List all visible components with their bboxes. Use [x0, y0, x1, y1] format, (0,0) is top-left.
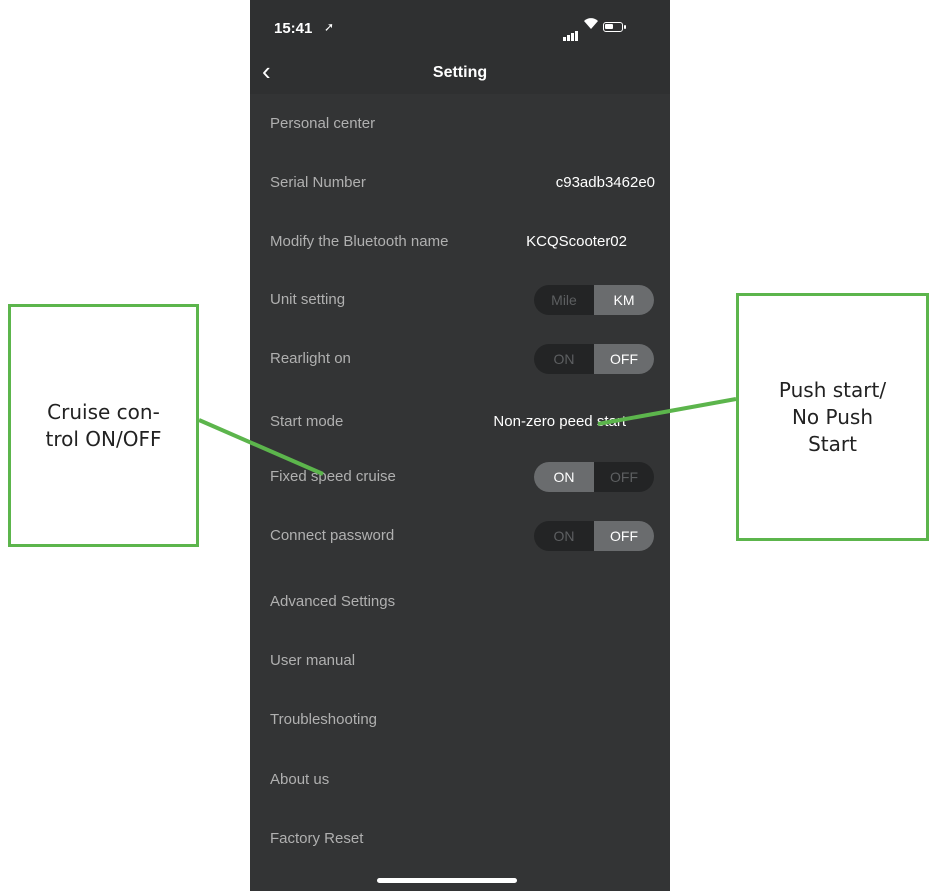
row-label: Unit setting	[270, 291, 346, 308]
wifi-icon	[583, 17, 599, 34]
unit-mile-option[interactable]: Mile	[534, 285, 594, 315]
row-label: Personal center	[270, 115, 376, 132]
cruise-on-option[interactable]: ON	[534, 462, 594, 492]
row-unit-setting: Unit setting Mile KM	[250, 271, 670, 329]
row-troubleshooting[interactable]: Troubleshooting	[250, 691, 670, 749]
row-label: Start mode	[270, 413, 344, 430]
row-user-manual[interactable]: User manual	[250, 632, 670, 690]
phone-screen: 15:41 ➚ ‹ Setting Personal center Serial…	[250, 0, 670, 891]
row-label: Serial Number	[270, 174, 366, 191]
row-label: Rearlight on	[270, 350, 351, 367]
cellular-signal-icon	[563, 23, 579, 41]
serial-number-value: c93adb3462e0	[555, 174, 655, 191]
row-personal-center[interactable]: Personal center	[250, 95, 670, 153]
unit-toggle[interactable]: Mile KM	[534, 285, 654, 315]
push-start-callout: Push start/ No Push Start	[736, 293, 929, 541]
page-title: Setting	[432, 64, 488, 81]
row-fixed-speed-cruise: Fixed speed cruise ON OFF	[250, 448, 670, 506]
row-about-us[interactable]: About us	[250, 751, 670, 809]
status-time: 15:41	[274, 20, 313, 37]
row-advanced-settings[interactable]: Advanced Settings	[250, 573, 670, 631]
row-factory-reset[interactable]: Factory Reset	[250, 810, 670, 868]
password-off-option[interactable]: OFF	[594, 521, 654, 551]
cruise-toggle[interactable]: ON OFF	[534, 462, 654, 492]
password-on-option[interactable]: ON	[534, 521, 594, 551]
password-toggle[interactable]: ON OFF	[534, 521, 654, 551]
row-bluetooth-name[interactable]: Modify the Bluetooth name KCQScooter02	[250, 213, 670, 271]
rearlight-toggle[interactable]: ON OFF	[534, 344, 654, 374]
row-label: Troubleshooting	[270, 711, 378, 728]
callout-line: Start	[808, 431, 857, 456]
row-label: Fixed speed cruise	[270, 468, 396, 485]
row-label: Advanced Settings	[270, 593, 396, 610]
callout-line: trol ON/OFF	[45, 426, 162, 451]
battery-icon	[603, 22, 626, 32]
location-arrow-icon: ➚	[324, 20, 335, 34]
row-connect-password: Connect password ON OFF	[250, 507, 670, 565]
unit-km-option[interactable]: KM	[594, 285, 654, 315]
cruise-off-option[interactable]: OFF	[594, 462, 654, 492]
home-indicator	[377, 878, 517, 883]
row-label: User manual	[270, 652, 356, 669]
row-rearlight: Rearlight on ON OFF	[250, 330, 670, 388]
row-start-mode[interactable]: Start mode Non-zero peed start	[250, 393, 670, 451]
row-label: About us	[270, 771, 330, 788]
bluetooth-name-value: KCQScooter02	[526, 233, 627, 250]
cruise-control-callout: Cruise con- trol ON/OFF	[8, 304, 199, 547]
callout-line: No Push	[791, 404, 874, 429]
row-serial-number: Serial Number c93adb3462e0	[250, 154, 670, 212]
row-label: Connect password	[270, 527, 395, 544]
callout-line: Push start/	[778, 377, 887, 402]
start-mode-value: Non-zero peed start	[493, 413, 626, 430]
row-label: Modify the Bluetooth name	[270, 233, 449, 250]
rearlight-off-option[interactable]: OFF	[594, 344, 654, 374]
rearlight-on-option[interactable]: ON	[534, 344, 594, 374]
callout-line: Cruise con-	[47, 399, 160, 424]
row-label: Factory Reset	[270, 830, 364, 847]
nav-bar: ‹ Setting	[250, 50, 670, 94]
status-bar: 15:41 ➚	[250, 0, 670, 50]
